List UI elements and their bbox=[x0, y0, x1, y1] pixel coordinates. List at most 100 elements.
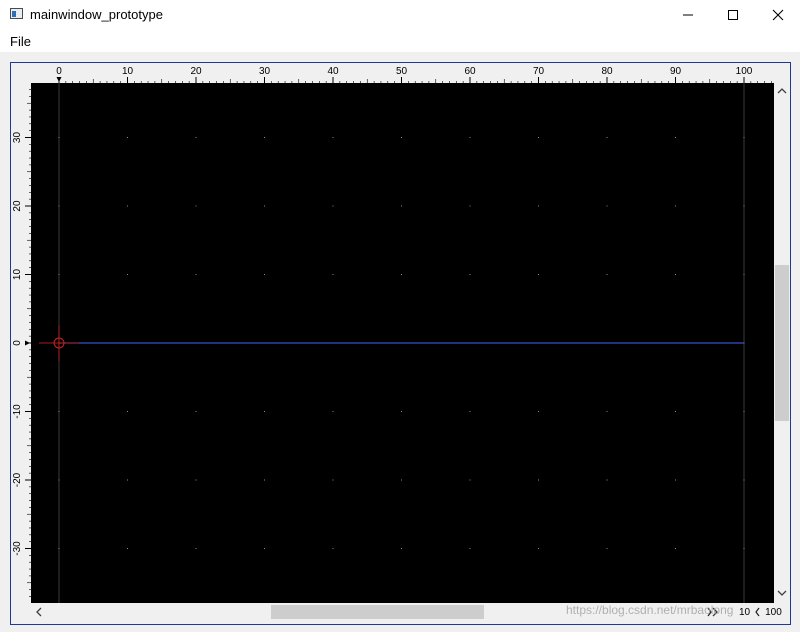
grid-dot bbox=[58, 479, 60, 481]
ruler-tick-label: 10 bbox=[122, 66, 134, 77]
grid-dot bbox=[58, 274, 60, 275]
horizontal-ruler-scale: 0 10 20 30 40 50 60 70 80 90 100 bbox=[56, 66, 772, 83]
grid-dot bbox=[58, 548, 60, 549]
grid-dot bbox=[675, 548, 676, 549]
grid-dot bbox=[127, 137, 128, 138]
grid-dot bbox=[469, 205, 471, 207]
menu-file[interactable]: File bbox=[10, 34, 31, 49]
close-button[interactable] bbox=[755, 0, 800, 30]
grid-dot bbox=[538, 137, 539, 138]
grid-dot bbox=[401, 411, 402, 412]
grid-dot bbox=[606, 205, 608, 207]
ruler-tick-label: 50 bbox=[396, 66, 408, 77]
grid-dot bbox=[675, 479, 676, 481]
grid-dot bbox=[743, 411, 745, 412]
menu-bar: File bbox=[0, 30, 800, 52]
grid-dot bbox=[127, 205, 128, 207]
grid-dot bbox=[58, 205, 60, 207]
ruler-tick-label: -30 bbox=[12, 541, 23, 556]
grid-dot bbox=[127, 411, 128, 412]
ruler-tick-label: 90 bbox=[670, 66, 682, 77]
ruler-tick-label: 20 bbox=[12, 200, 23, 212]
ruler-tick-label: 100 bbox=[736, 66, 753, 77]
zoom-max-value: 100 bbox=[765, 606, 782, 618]
scroll-left-icon[interactable] bbox=[35, 607, 43, 617]
grid-dot bbox=[606, 137, 608, 138]
grid-dot bbox=[264, 205, 265, 207]
grid-dot bbox=[401, 205, 402, 207]
grid-dot bbox=[538, 411, 539, 412]
ruler-tick-label: 10 bbox=[12, 269, 23, 281]
grid-dot bbox=[195, 548, 197, 549]
scroll-up-icon[interactable] bbox=[777, 87, 787, 95]
grid-dot bbox=[469, 274, 471, 275]
grid-dot bbox=[127, 274, 128, 275]
grid-dot bbox=[264, 411, 265, 412]
grid-dot bbox=[538, 479, 539, 481]
grid-dot bbox=[606, 479, 608, 481]
grid-dot bbox=[332, 274, 334, 275]
grid-dot bbox=[332, 137, 334, 138]
ruler-tick-label: 30 bbox=[259, 66, 271, 77]
ruler-tick-label: 80 bbox=[601, 66, 613, 77]
chevron-right-icon[interactable] bbox=[706, 607, 713, 617]
grid-dot bbox=[401, 479, 402, 481]
ruler-tick-label: 60 bbox=[464, 66, 476, 77]
grid-dot bbox=[195, 411, 197, 412]
zoom-min-value: 10 bbox=[739, 606, 751, 618]
grid-dot bbox=[127, 479, 128, 481]
minimize-icon bbox=[683, 14, 693, 16]
grid-dot bbox=[401, 137, 402, 138]
grid-dot bbox=[743, 137, 745, 138]
ruler-tick-label: 30 bbox=[12, 132, 23, 144]
ruler-tick-label: 70 bbox=[533, 66, 545, 77]
grid-dot bbox=[675, 137, 676, 138]
grid-dot bbox=[606, 411, 608, 412]
vertical-scrollbar[interactable] bbox=[774, 83, 790, 603]
grid-dot bbox=[401, 548, 402, 549]
ruler-tick-label: 40 bbox=[327, 66, 339, 77]
grid-dot bbox=[538, 274, 539, 275]
ruler-tick-label: -10 bbox=[12, 404, 23, 419]
grid-dot bbox=[675, 205, 676, 207]
title-bar: mainwindow_prototype bbox=[0, 0, 800, 30]
grid-dot bbox=[743, 205, 745, 207]
horizontal-scrollbar[interactable] bbox=[31, 603, 718, 621]
chevron-left-icon[interactable] bbox=[754, 607, 761, 617]
canvas-graphics[interactable] bbox=[31, 83, 774, 603]
grid-dot bbox=[469, 411, 471, 412]
drawing-canvas[interactable] bbox=[31, 83, 774, 603]
grid-dot bbox=[401, 274, 402, 275]
maximize-button[interactable] bbox=[710, 0, 756, 30]
vertical-ruler-scale: 30 20 10 0 -10 -20 -30 bbox=[12, 82, 31, 604]
grid-dot bbox=[332, 548, 334, 549]
grid-dot bbox=[538, 205, 539, 207]
grid-dot bbox=[469, 137, 471, 138]
scroll-down-icon[interactable] bbox=[777, 589, 787, 597]
grid-dot bbox=[606, 274, 608, 275]
ruler-tick-label: 20 bbox=[190, 66, 202, 77]
grid-dot bbox=[743, 479, 745, 481]
grid-dot bbox=[195, 274, 197, 275]
grid-dot bbox=[675, 411, 676, 412]
grid-dot bbox=[195, 479, 197, 481]
grid-dot bbox=[264, 479, 265, 481]
grid-dot bbox=[606, 548, 608, 549]
grid-dot bbox=[469, 548, 471, 549]
close-icon bbox=[772, 9, 784, 21]
horizontal-ruler: 0 10 20 30 40 50 60 70 80 90 100 bbox=[31, 63, 774, 83]
vertical-scroll-thumb[interactable] bbox=[775, 265, 789, 421]
grid-dot bbox=[675, 274, 676, 275]
horizontal-scroll-thumb[interactable] bbox=[271, 605, 484, 619]
ruler-position-marker bbox=[25, 340, 30, 346]
grid-dot bbox=[264, 548, 265, 549]
maximize-icon bbox=[728, 10, 738, 20]
ruler-tick-label: 0 bbox=[12, 340, 23, 346]
ruler-tick-label: -20 bbox=[12, 472, 23, 487]
grid-dot bbox=[127, 548, 128, 549]
minimize-button[interactable] bbox=[665, 0, 711, 30]
vertical-ruler: 30 20 10 0 -10 -20 -30 bbox=[11, 82, 31, 604]
grid-dot bbox=[195, 205, 197, 207]
app-window-icon bbox=[10, 8, 23, 19]
grid-dot bbox=[58, 137, 60, 138]
